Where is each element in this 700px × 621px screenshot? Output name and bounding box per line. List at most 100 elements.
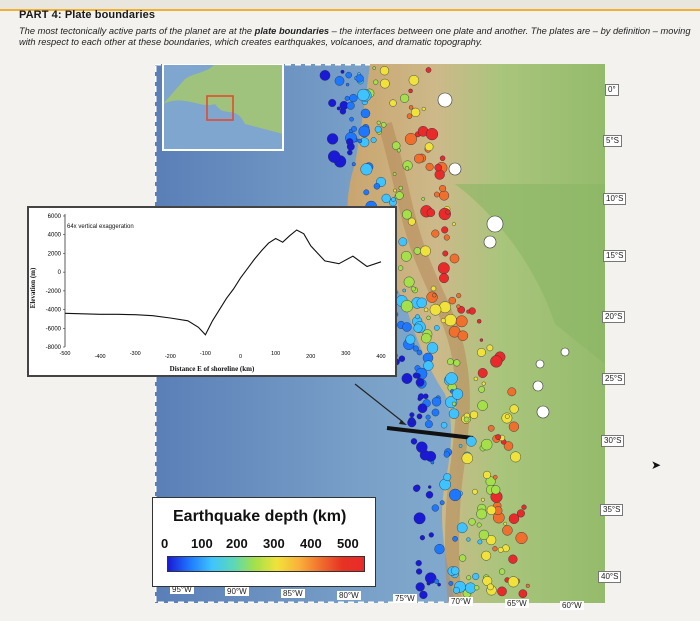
quake-marker xyxy=(431,504,439,512)
quake-marker xyxy=(408,88,413,94)
quake-marker xyxy=(469,410,479,419)
quake-marker xyxy=(492,546,498,552)
quake-marker xyxy=(423,307,429,313)
exaggeration-note: 64x vertical exaggeration xyxy=(67,224,134,230)
quake-marker xyxy=(477,368,488,378)
quake-marker xyxy=(402,288,406,293)
quake-marker xyxy=(429,303,442,316)
quake-marker xyxy=(346,138,354,146)
quake-marker xyxy=(373,183,381,190)
quake-marker xyxy=(439,190,450,201)
quake-marker xyxy=(504,414,510,419)
legend-tick: 200 xyxy=(226,536,248,551)
quake-marker xyxy=(340,69,345,74)
quake-marker xyxy=(410,286,416,292)
quake-marker xyxy=(503,521,508,526)
quake-marker xyxy=(466,537,471,542)
quake-marker xyxy=(445,209,451,215)
intro-paragraph: The most tectonically active parts of th… xyxy=(19,26,691,47)
quake-marker xyxy=(370,137,377,144)
quake-marker xyxy=(425,491,434,499)
quake-marker xyxy=(402,209,412,220)
legend-tick: 300 xyxy=(263,536,285,551)
quake-marker xyxy=(416,441,428,453)
quake-marker xyxy=(486,505,497,515)
quake-marker xyxy=(379,66,390,76)
quake-marker xyxy=(437,92,453,108)
quake-marker xyxy=(426,315,431,320)
quake-marker xyxy=(507,387,517,397)
quake-marker xyxy=(492,474,498,480)
quake-marker xyxy=(347,149,353,156)
quake-marker xyxy=(412,345,419,352)
quake-marker xyxy=(445,372,458,385)
quake-marker xyxy=(411,107,421,118)
quake-marker xyxy=(421,197,426,201)
quake-marker xyxy=(374,125,382,133)
quake-marker xyxy=(477,400,488,411)
quake-marker xyxy=(358,125,371,138)
quake-marker xyxy=(483,470,492,479)
quake-marker xyxy=(508,513,520,524)
quake-marker xyxy=(452,586,460,594)
x-axis-label: Distance E of shoreline (km) xyxy=(170,365,255,373)
y-tick-label: 6000 xyxy=(48,214,62,220)
quake-marker xyxy=(525,583,530,588)
quake-marker xyxy=(487,424,495,432)
elevation-profile-chart: 64x vertical exaggeration Elevation (m) … xyxy=(27,206,397,377)
profile-plot: 64x vertical exaggeration Elevation (m) … xyxy=(29,214,386,373)
quake-marker xyxy=(449,253,460,264)
quake-marker xyxy=(448,581,454,586)
quake-marker xyxy=(413,323,423,333)
quake-marker xyxy=(453,359,461,367)
quake-marker xyxy=(400,93,410,103)
quake-marker xyxy=(448,296,456,305)
quake-marker xyxy=(398,265,404,271)
quake-marker xyxy=(415,560,422,567)
quake-marker xyxy=(497,586,507,597)
quake-marker xyxy=(428,485,432,489)
quake-marker xyxy=(495,434,502,440)
quake-marker xyxy=(398,237,408,247)
quake-marker xyxy=(466,575,472,581)
quake-marker xyxy=(393,188,397,193)
legend-tick: 100 xyxy=(191,536,213,551)
quake-marker xyxy=(476,347,486,357)
lat-label: 0° xyxy=(605,84,619,96)
x-tick-label: 100 xyxy=(271,351,280,357)
quake-marker xyxy=(456,304,461,309)
quake-marker xyxy=(328,99,337,108)
quake-marker xyxy=(355,74,364,83)
quake-marker xyxy=(481,381,486,386)
x-tick-label: 300 xyxy=(341,351,350,357)
quake-marker xyxy=(426,291,438,303)
quake-marker xyxy=(389,99,397,107)
quake-marker xyxy=(424,420,433,428)
depth-color-bar xyxy=(167,556,365,572)
x-tick-label: -100 xyxy=(200,351,211,357)
quake-marker xyxy=(336,106,341,111)
quake-marker xyxy=(536,405,550,419)
x-tick-label: -300 xyxy=(130,351,141,357)
quake-marker xyxy=(434,578,440,584)
quake-marker xyxy=(416,568,423,575)
lon-label: 60°W xyxy=(560,601,584,610)
quake-marker xyxy=(425,67,432,73)
quake-marker xyxy=(410,438,418,445)
quake-marker xyxy=(415,378,425,387)
quake-marker xyxy=(396,148,401,153)
quake-marker xyxy=(483,235,497,249)
quake-marker xyxy=(452,401,457,406)
lon-label: 85°W xyxy=(281,589,305,598)
lon-label: 65°W xyxy=(505,599,529,608)
x-tick-label: 0 xyxy=(239,354,242,360)
x-tick-label: -200 xyxy=(165,354,176,360)
quake-marker xyxy=(449,488,462,502)
quake-marker xyxy=(477,539,483,545)
quake-marker xyxy=(400,250,412,262)
quake-marker xyxy=(486,215,504,233)
quake-marker xyxy=(415,582,425,592)
quake-marker xyxy=(421,333,432,344)
lat-label: 10°S xyxy=(603,193,627,205)
quake-marker xyxy=(443,234,450,241)
